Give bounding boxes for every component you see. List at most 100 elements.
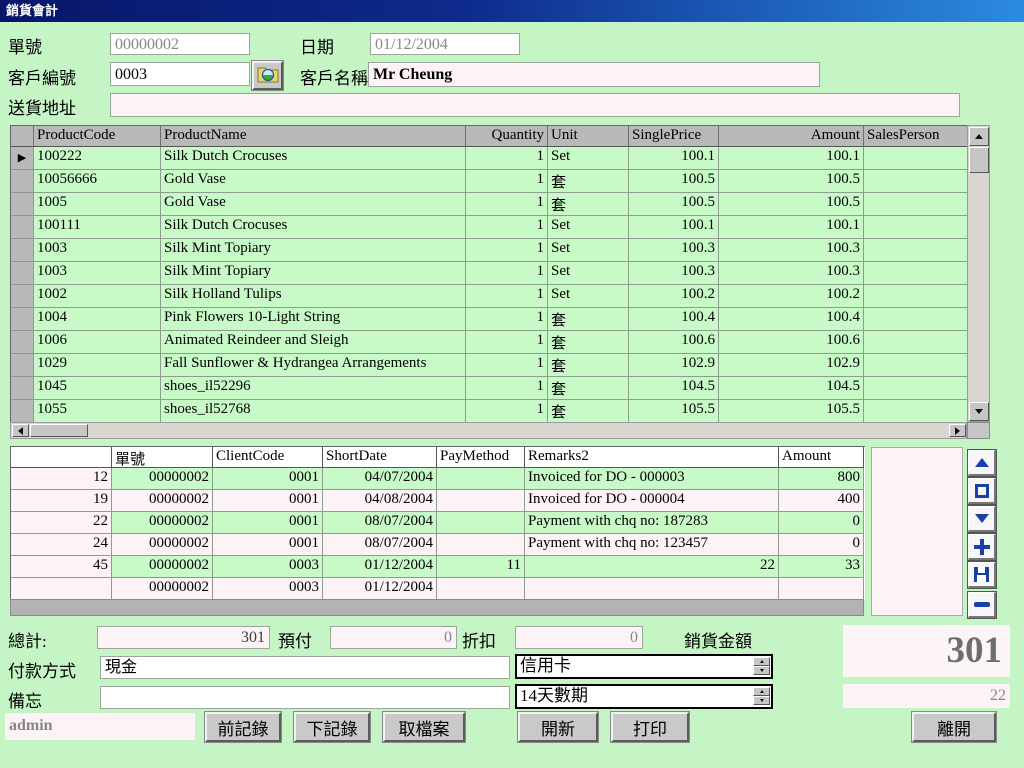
payment-method-field[interactable]: 現金 xyxy=(100,656,510,679)
row-selector[interactable] xyxy=(11,354,34,377)
cell-unit[interactable]: Set xyxy=(548,147,629,170)
column-header[interactable]: SalesPerson xyxy=(864,126,968,147)
cell-remarks[interactable] xyxy=(525,578,779,600)
cell-id[interactable]: 24 xyxy=(11,534,112,556)
row-selector[interactable] xyxy=(11,331,34,354)
cell-unit[interactable]: 套 xyxy=(548,354,629,377)
cell-price[interactable]: 100.3 xyxy=(629,262,719,285)
cell-sales[interactable] xyxy=(864,216,968,239)
next-record-button[interactable] xyxy=(968,506,996,532)
cell-amount[interactable]: 0 xyxy=(779,534,864,556)
cell-name[interactable]: Silk Mint Topiary xyxy=(161,262,466,285)
cell-remarks[interactable]: Payment with chq no: 123457 xyxy=(525,534,779,556)
cell-price[interactable]: 105.5 xyxy=(629,400,719,423)
cell-date[interactable]: 08/07/2004 xyxy=(323,534,437,556)
cell-amount[interactable]: 102.9 xyxy=(719,354,864,377)
current-record-button[interactable] xyxy=(968,478,996,504)
row-selector[interactable] xyxy=(11,262,34,285)
cell-sales[interactable] xyxy=(864,170,968,193)
history-grid-scroll-area[interactable] xyxy=(10,599,864,616)
cell-pay[interactable] xyxy=(437,490,525,512)
cell-qty[interactable]: 1 xyxy=(466,262,548,285)
cell-name[interactable]: Silk Holland Tulips xyxy=(161,285,466,308)
cell-qty[interactable]: 1 xyxy=(466,216,548,239)
cell-code[interactable]: 100111 xyxy=(34,216,161,239)
first-record-button[interactable] xyxy=(968,450,996,476)
column-header[interactable]: Amount xyxy=(779,447,864,468)
hscroll-thumb[interactable] xyxy=(30,424,88,437)
cell-code[interactable]: 1055 xyxy=(34,400,161,423)
cell-remarks[interactable]: Invoiced for DO - 000003 xyxy=(525,468,779,490)
cell-name[interactable]: shoes_il52768 xyxy=(161,400,466,423)
row-selector[interactable] xyxy=(11,377,34,400)
scroll-down-icon[interactable] xyxy=(969,402,989,421)
get-file-button[interactable]: 取檔案 xyxy=(383,712,465,742)
cell-price[interactable]: 100.6 xyxy=(629,331,719,354)
cell-unit[interactable]: 套 xyxy=(548,170,629,193)
cell-client[interactable]: 0003 xyxy=(213,556,323,578)
cell-amount[interactable] xyxy=(779,578,864,600)
cell-qty[interactable]: 1 xyxy=(466,354,548,377)
cell-price[interactable]: 100.2 xyxy=(629,285,719,308)
cell-code[interactable]: 1029 xyxy=(34,354,161,377)
column-header[interactable]: ProductName xyxy=(161,126,466,147)
column-header[interactable]: Amount xyxy=(719,126,864,147)
cell-order[interactable]: 00000002 xyxy=(112,578,213,600)
cell-order[interactable]: 00000002 xyxy=(112,534,213,556)
cell-sales[interactable] xyxy=(864,331,968,354)
cell-unit[interactable]: 套 xyxy=(548,193,629,216)
add-record-button[interactable] xyxy=(968,534,996,560)
cell-unit[interactable]: Set xyxy=(548,262,629,285)
vscroll-thumb[interactable] xyxy=(969,147,989,173)
cell-code[interactable]: 1003 xyxy=(34,262,161,285)
cell-code[interactable]: 10056666 xyxy=(34,170,161,193)
cell-qty[interactable]: 1 xyxy=(466,377,548,400)
column-header[interactable]: ShortDate xyxy=(323,447,437,468)
cell-order[interactable]: 00000002 xyxy=(112,556,213,578)
cell-price[interactable]: 100.1 xyxy=(629,147,719,170)
cell-price[interactable]: 102.9 xyxy=(629,354,719,377)
cell-amount[interactable]: 33 xyxy=(779,556,864,578)
column-header[interactable]: Quantity xyxy=(466,126,548,147)
client-code-field[interactable]: 0003 xyxy=(110,62,250,86)
cell-amount[interactable]: 800 xyxy=(779,468,864,490)
cell-amount[interactable]: 100.4 xyxy=(719,308,864,331)
payment-type-combo[interactable]: 信用卡 xyxy=(515,654,773,679)
cell-qty[interactable]: 1 xyxy=(466,400,548,423)
cell-pay[interactable]: 11 xyxy=(437,556,525,578)
row-selector[interactable] xyxy=(11,285,34,308)
cell-amount[interactable]: 100.1 xyxy=(719,147,864,170)
cell-qty[interactable]: 1 xyxy=(466,331,548,354)
column-header[interactable]: PayMethod xyxy=(437,447,525,468)
items-grid-vscrollbar[interactable] xyxy=(967,125,990,422)
cell-pay[interactable] xyxy=(437,468,525,490)
cell-client[interactable]: 0001 xyxy=(213,512,323,534)
cell-id[interactable]: 19 xyxy=(11,490,112,512)
cell-client[interactable]: 0001 xyxy=(213,534,323,556)
cell-order[interactable]: 00000002 xyxy=(112,490,213,512)
client-name-field[interactable]: Mr Cheung xyxy=(368,62,820,87)
cell-sales[interactable] xyxy=(864,377,968,400)
scroll-right-icon[interactable] xyxy=(949,424,966,437)
column-header[interactable]: 單號 xyxy=(112,447,213,468)
cell-pay[interactable] xyxy=(437,534,525,556)
memo-field[interactable] xyxy=(100,686,510,709)
cell-amount[interactable]: 0 xyxy=(779,512,864,534)
cell-amount[interactable]: 100.3 xyxy=(719,239,864,262)
cell-name[interactable]: Pink Flowers 10-Light String xyxy=(161,308,466,331)
column-header[interactable]: ClientCode xyxy=(213,447,323,468)
cell-code[interactable]: 1003 xyxy=(34,239,161,262)
cell-price[interactable]: 100.5 xyxy=(629,170,719,193)
cell-amount[interactable]: 100.6 xyxy=(719,331,864,354)
cell-price[interactable]: 100.5 xyxy=(629,193,719,216)
column-header[interactable]: Remarks2 xyxy=(525,447,779,468)
cell-name[interactable]: Fall Sunflower & Hydrangea Arrangements xyxy=(161,354,466,377)
column-header[interactable]: ProductCode xyxy=(34,126,161,147)
cell-sales[interactable] xyxy=(864,239,968,262)
row-selector[interactable] xyxy=(11,308,34,331)
next-record-button-bottom[interactable]: 下記錄 xyxy=(294,712,370,742)
cell-id[interactable] xyxy=(11,578,112,600)
scroll-left-icon[interactable] xyxy=(12,424,29,437)
cell-amount[interactable]: 105.5 xyxy=(719,400,864,423)
cell-unit[interactable]: Set xyxy=(548,239,629,262)
